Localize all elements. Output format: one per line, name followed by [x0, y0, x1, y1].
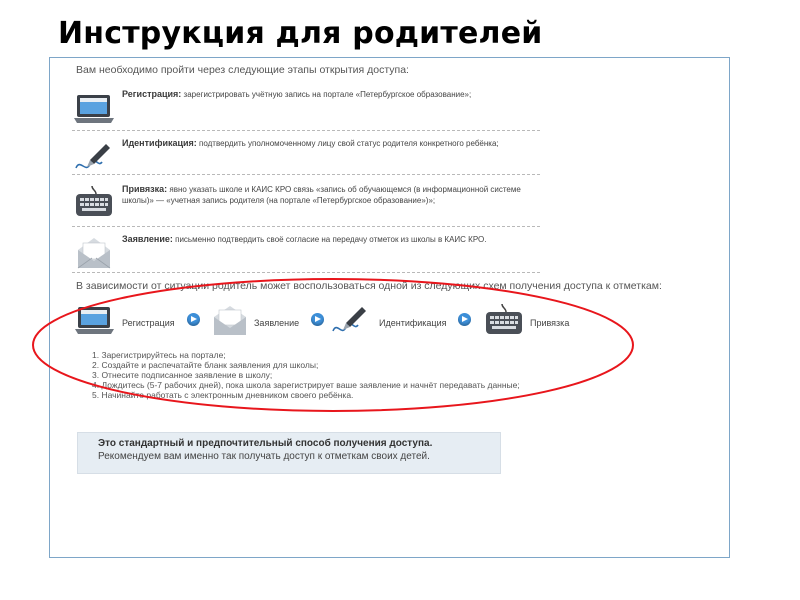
divider [72, 130, 540, 131]
step-identification: Идентификация: подтвердить уполномоченно… [72, 138, 542, 178]
slide-title: Инструкция для родителей [58, 16, 543, 51]
divider [72, 272, 540, 273]
divider [72, 174, 540, 175]
step-name: Идентификация: [122, 138, 197, 148]
laptop-icon [74, 95, 114, 123]
highlight-ellipse [32, 278, 634, 412]
recommendation-note: Это стандартный и предпочтительный спосо… [77, 432, 501, 474]
step-desc: письменно подтвердить своё согласие на п… [175, 235, 487, 244]
step-registration: Регистрация: зарегистрировать учётную за… [72, 89, 542, 129]
note-text: Рекомендуем вам именно так получать дост… [98, 451, 430, 462]
envelope-icon [77, 238, 111, 269]
keyboard-icon [76, 185, 112, 216]
divider [72, 226, 540, 227]
step-name: Заявление: [122, 234, 173, 244]
step-desc: подтвердить уполномоченному лицу свой ст… [199, 139, 499, 148]
step-application: Заявление: письменно подтвердить своё со… [72, 234, 542, 274]
step-desc: явно указать школе и КАИС КРО связь «зап… [122, 185, 521, 205]
pen-signature-icon [75, 144, 110, 169]
step-binding: Привязка: явно указать школе и КАИС КРО … [72, 184, 542, 224]
step-name: Привязка: [122, 184, 168, 194]
step-name: Регистрация: [122, 89, 182, 99]
intro-text: Вам необходимо пройти через следующие эт… [76, 64, 409, 76]
step-desc: зарегистрировать учётную запись на порта… [183, 90, 472, 99]
note-headline: Это стандартный и предпочтительный спосо… [98, 438, 433, 449]
